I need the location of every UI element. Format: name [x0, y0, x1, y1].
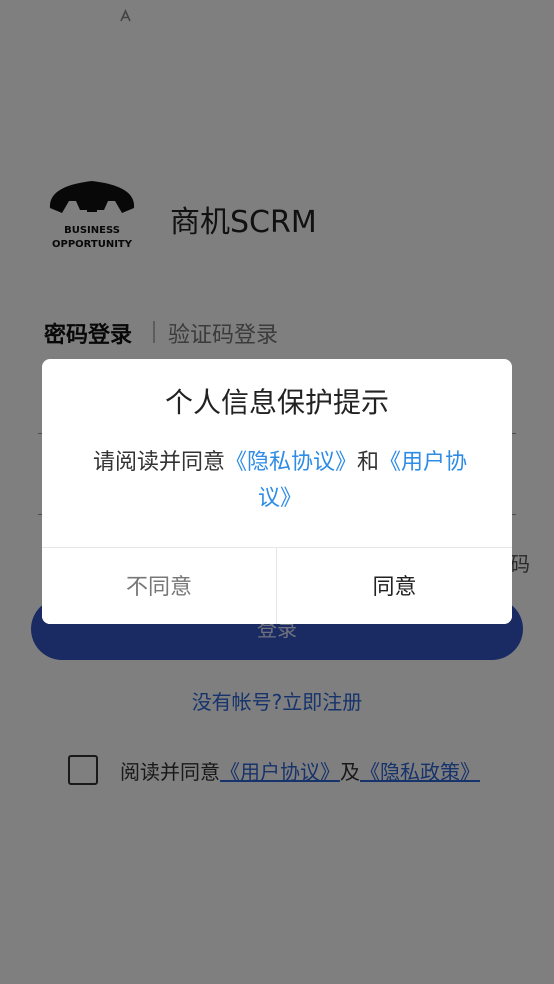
- dialog-message-prefix: 请阅读并同意: [92, 450, 225, 475]
- dialog-title: 个人信息保护提示: [164, 386, 389, 419]
- disagree-button[interactable]: 不同意: [42, 548, 276, 624]
- privacy-dialog: 个人信息保护提示 请阅读并同意《隐私协议》和《用户协议》 不同意 同意: [42, 359, 512, 624]
- dialog-privacy-link[interactable]: 《隐私协议》: [225, 450, 357, 475]
- agree-button[interactable]: 同意: [277, 548, 512, 624]
- login-page: 11:41 BUSINESS OPPORTUNITY 商机SCRM 密码登录 验…: [0, 0, 554, 984]
- dialog-message: 请阅读并同意《隐私协议》和《用户协议》: [80, 445, 480, 517]
- dialog-message-and: 和: [357, 450, 380, 475]
